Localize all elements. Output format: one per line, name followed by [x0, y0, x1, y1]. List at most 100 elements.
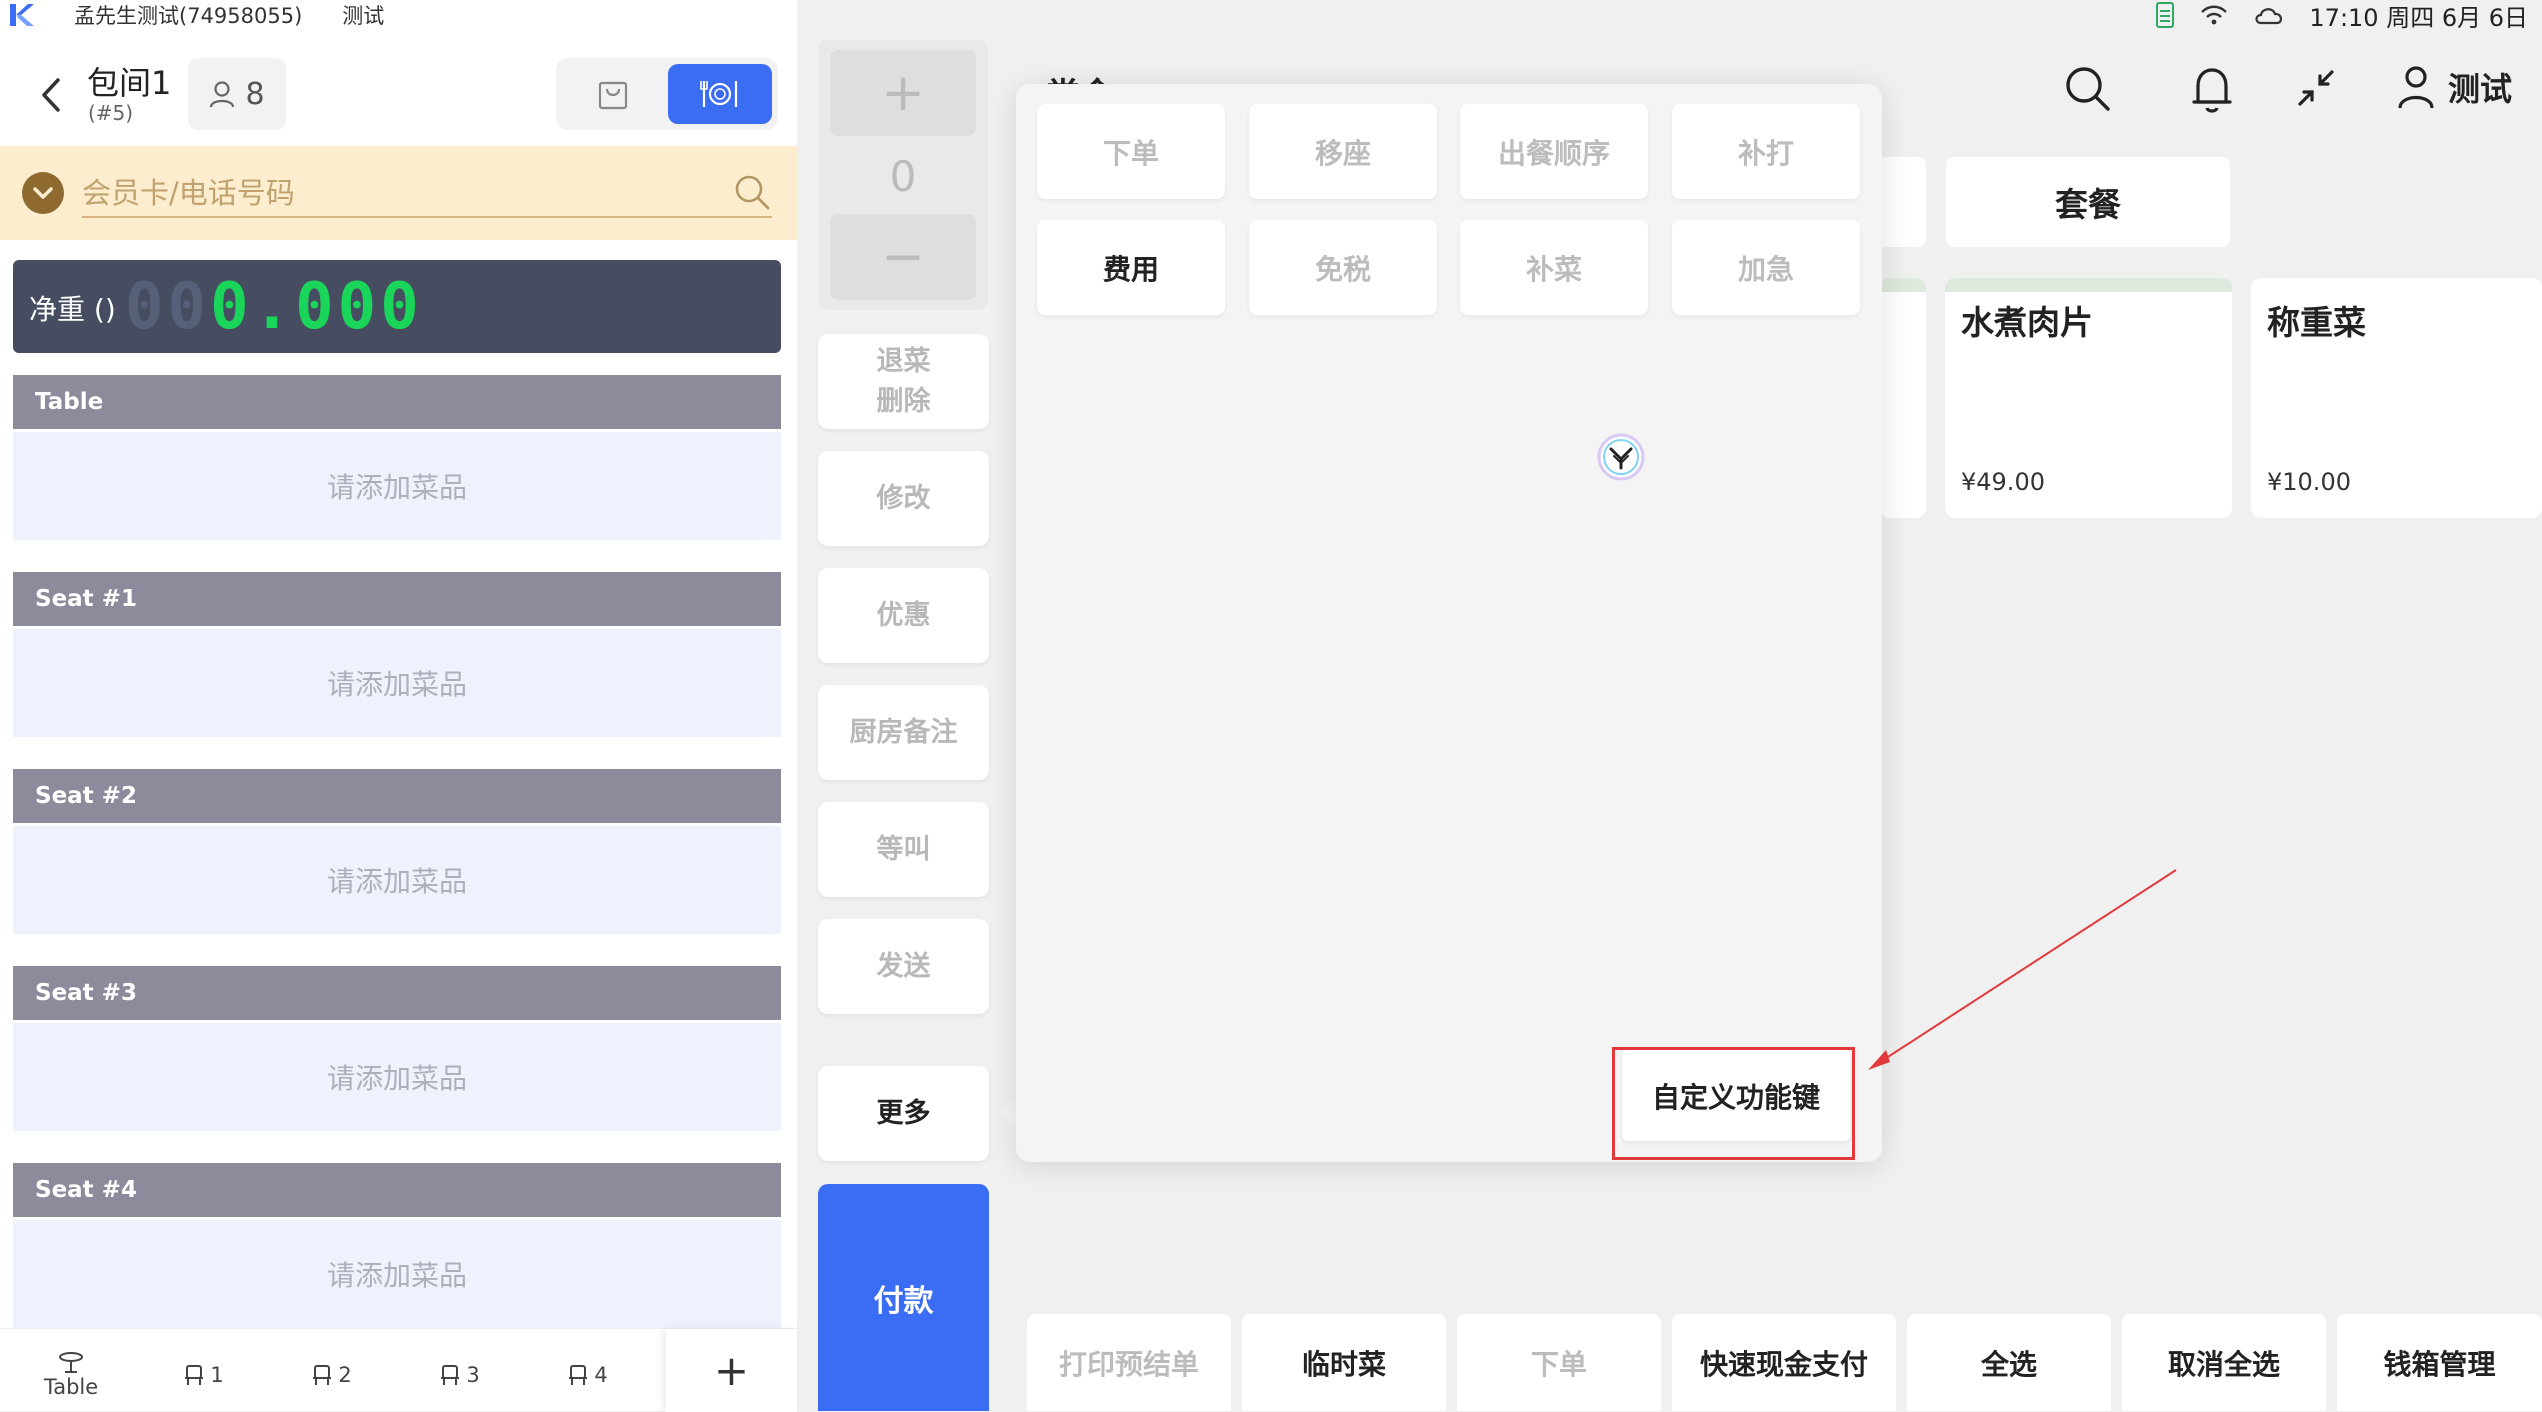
section-header-seat-3[interactable]: Seat #3	[13, 966, 781, 1020]
section-header-seat-2[interactable]: Seat #2	[13, 769, 781, 823]
seat-tab-1[interactable]: 1	[176, 1345, 230, 1405]
place-order-button[interactable]: 下单	[1457, 1314, 1661, 1411]
quantity-stepper: + 0 −	[818, 40, 988, 310]
back-arrow-icon[interactable]	[30, 70, 70, 120]
more-actions-popup: 下单 移座 出餐顺序 补打 费用 免税 补菜 加急	[1016, 84, 1882, 1162]
seat-tab-table[interactable]: Table	[36, 1345, 106, 1405]
highlight-box	[1612, 1047, 1855, 1160]
takeaway-mode-button[interactable]	[564, 64, 662, 124]
status-bar-left: 孟先生测试(74958055) 测试	[8, 0, 384, 30]
collapse-icon[interactable]	[2296, 68, 2336, 108]
clock: 17:10 周四 6月 6日	[2309, 3, 2528, 32]
deselect-all-button[interactable]: 取消全选	[2122, 1314, 2326, 1411]
cloud-icon	[2255, 8, 2283, 25]
account-name: 孟先生测试(74958055)	[74, 4, 303, 28]
dish-price: ¥10.00	[2267, 468, 2351, 496]
cash-drawer-button[interactable]: 钱箱管理	[2337, 1314, 2542, 1411]
popup-reprint-button[interactable]: 补打	[1672, 104, 1860, 199]
room-number: (#5)	[88, 101, 134, 125]
bell-icon[interactable]	[2190, 64, 2234, 114]
popup-place-order-button[interactable]: 下单	[1037, 104, 1225, 199]
seat-icon	[569, 1365, 588, 1385]
seat-tab-number: 3	[466, 1363, 480, 1387]
user-icon	[2398, 66, 2434, 109]
quick-cash-pay-button[interactable]: 快速现金支付	[1672, 1314, 1896, 1411]
dine-in-header-title: 堂食	[1046, 68, 1114, 84]
table-icon	[59, 1352, 83, 1373]
more-button[interactable]: 更多	[818, 1066, 989, 1161]
select-all-button[interactable]: 全选	[1907, 1314, 2111, 1411]
dish-card[interactable]: 称重菜 ¥10.00	[2251, 278, 2542, 518]
dish-card-stripe	[1880, 278, 1926, 292]
category-combo-button[interactable]: 套餐	[1946, 157, 2230, 247]
section-header-table[interactable]: Table	[13, 375, 781, 429]
member-search-input[interactable]	[82, 170, 772, 218]
status-bar-right: 17:10 周四 6月 6日	[2155, 0, 2542, 32]
kitchen-note-button[interactable]: 厨房备注	[818, 685, 989, 780]
section-empty-seat-4[interactable]: 请添加菜品	[13, 1220, 781, 1328]
quantity-value: 0	[889, 152, 917, 201]
member-search-bar	[0, 146, 797, 240]
order-mode-toggle	[556, 58, 778, 130]
dish-price: ¥49.00	[1961, 468, 2045, 496]
seat-tab-bar: Table 1 2 3 4 +	[0, 1328, 797, 1412]
order-panel: 孟先生测试(74958055) 测试 包间1 (#5) 8 会员卡/电话号码 净…	[0, 0, 797, 1412]
seat-icon	[313, 1365, 332, 1385]
assistant-icon[interactable]	[1596, 432, 1646, 482]
scale-display: 净重 () 00 0.000	[13, 260, 781, 353]
quantity-minus-button[interactable]: −	[830, 214, 976, 300]
quantity-plus-button[interactable]: +	[830, 50, 976, 136]
popup-tax-exempt-button[interactable]: 免税	[1249, 220, 1437, 315]
section-empty-seat-1[interactable]: 请添加菜品	[13, 629, 781, 737]
dish-card-stripe	[1945, 278, 2232, 292]
search-icon[interactable]	[732, 172, 772, 212]
dine-in-icon	[700, 81, 738, 107]
sim-card-icon	[2156, 2, 2175, 28]
category-button-partial[interactable]	[1880, 157, 1926, 247]
popup-move-seat-button[interactable]: 移座	[1249, 104, 1437, 199]
dish-name: 水煮肉片	[1961, 303, 2093, 342]
section-empty-table[interactable]: 请添加菜品	[13, 432, 781, 540]
seat-tab-2[interactable]: 2	[304, 1345, 358, 1405]
seat-tab-number: 4	[594, 1363, 608, 1387]
annotation-arrow	[1868, 869, 2177, 1070]
scale-label: 净重 ()	[29, 293, 116, 326]
dish-name: 称重菜	[2267, 303, 2366, 342]
popup-fee-button[interactable]: 费用	[1037, 220, 1225, 315]
pay-button[interactable]: 付款	[818, 1184, 989, 1411]
modify-button[interactable]: 修改	[818, 451, 989, 546]
popup-add-dish-button[interactable]: 补菜	[1460, 220, 1648, 315]
scale-weight-value: 0.000	[210, 270, 423, 344]
section-header-seat-4[interactable]: Seat #4	[13, 1163, 781, 1217]
guest-count-button[interactable]: 8	[188, 58, 286, 130]
return-delete-button[interactable]: 退菜 删除	[818, 334, 989, 429]
dish-card[interactable]: 水煮肉片 ¥49.00	[1945, 278, 2232, 518]
wifi-icon	[2201, 5, 2228, 25]
popup-rush-button[interactable]: 加急	[1672, 220, 1860, 315]
dish-card-partial[interactable]	[1880, 278, 1926, 518]
add-seat-button[interactable]: +	[666, 1329, 797, 1412]
user-menu[interactable]: 测试	[2396, 64, 2512, 110]
room-name: 包间1	[87, 64, 172, 102]
shopping-bag-icon	[598, 81, 628, 110]
section-empty-seat-3[interactable]: 请添加菜品	[13, 1023, 781, 1131]
seat-icon	[185, 1365, 204, 1385]
wait-call-button[interactable]: 等叫	[818, 802, 989, 897]
seat-tab-3[interactable]: 3	[432, 1345, 486, 1405]
guest-count: 8	[245, 76, 265, 112]
return-label: 退菜	[876, 345, 931, 377]
print-pre-bill-button[interactable]: 打印预结单	[1027, 1314, 1231, 1411]
search-icon[interactable]	[2063, 64, 2113, 114]
dine-in-mode-button[interactable]	[668, 64, 772, 124]
popup-serving-order-button[interactable]: 出餐顺序	[1460, 104, 1648, 199]
section-header-seat-1[interactable]: Seat #1	[13, 572, 781, 626]
temporary-dish-button[interactable]: 临时菜	[1242, 1314, 1446, 1411]
seat-icon	[441, 1365, 460, 1385]
seat-tab-number: 1	[210, 1363, 224, 1387]
person-icon	[210, 81, 235, 108]
seat-tab-4[interactable]: 4	[560, 1345, 614, 1405]
scale-unused-digits: 00	[125, 270, 211, 344]
send-button[interactable]: 发送	[818, 919, 989, 1014]
discount-button[interactable]: 优惠	[818, 568, 989, 663]
section-empty-seat-2[interactable]: 请添加菜品	[13, 826, 781, 934]
